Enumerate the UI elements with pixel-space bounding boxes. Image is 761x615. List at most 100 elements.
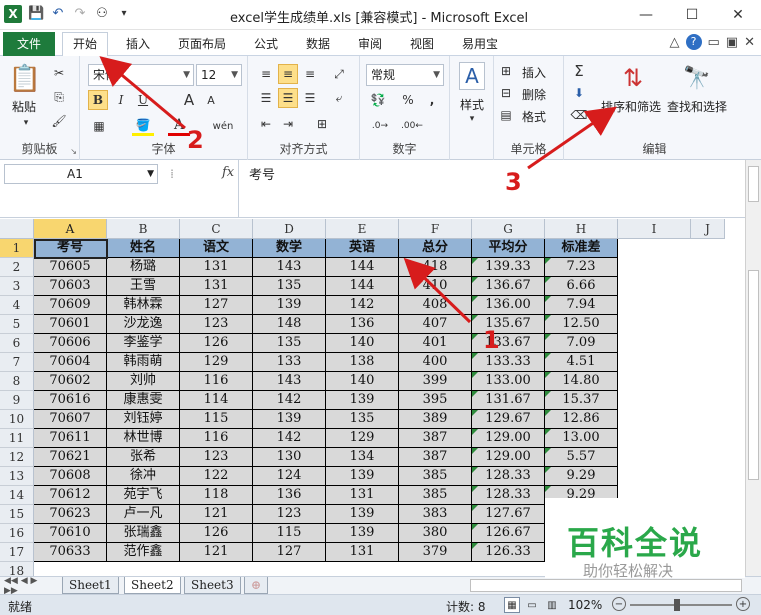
table-cell[interactable]: 136 bbox=[253, 486, 326, 505]
table-cell[interactable]: 韩林霖 bbox=[107, 296, 180, 315]
row-header-14[interactable]: 14 bbox=[0, 486, 34, 505]
header-cell[interactable]: 总分 bbox=[399, 239, 472, 258]
column-header-j[interactable]: J bbox=[691, 219, 725, 239]
table-cell[interactable]: 131 bbox=[326, 543, 399, 562]
sort-filter-icon[interactable]: ⇅ bbox=[616, 60, 650, 96]
table-cell[interactable]: 116 bbox=[180, 429, 253, 448]
table-cell[interactable]: 142 bbox=[253, 391, 326, 410]
row-header-12[interactable]: 12 bbox=[0, 448, 34, 467]
row-header-10[interactable]: 10 bbox=[0, 410, 34, 429]
table-cell[interactable]: 128.33 bbox=[472, 467, 545, 486]
italic-button[interactable]: I bbox=[112, 90, 130, 110]
row-header-7[interactable]: 7 bbox=[0, 353, 34, 372]
row-header-17[interactable]: 17 bbox=[0, 543, 34, 562]
table-cell[interactable]: 131 bbox=[326, 486, 399, 505]
column-header-b[interactable]: B bbox=[107, 219, 180, 239]
table-cell[interactable]: 114 bbox=[180, 391, 253, 410]
table-cell[interactable]: 143 bbox=[253, 372, 326, 391]
table-cell[interactable]: 13.00 bbox=[545, 429, 618, 448]
cut-icon[interactable]: ✂ bbox=[50, 64, 68, 82]
table-cell[interactable]: 70603 bbox=[34, 277, 107, 296]
decrease-indent-icon[interactable]: ⇤ bbox=[256, 114, 276, 134]
header-cell[interactable]: 标准差 bbox=[545, 239, 618, 258]
header-cell[interactable]: 数学 bbox=[253, 239, 326, 258]
table-cell[interactable]: 122 bbox=[180, 467, 253, 486]
table-cell[interactable]: 385 bbox=[399, 467, 472, 486]
table-cell[interactable]: 130 bbox=[253, 448, 326, 467]
autosum-button[interactable]: Σ bbox=[570, 62, 588, 80]
table-cell[interactable]: 385 bbox=[399, 486, 472, 505]
align-left-icon[interactable]: ☰ bbox=[256, 88, 276, 108]
table-cell[interactable]: 123 bbox=[180, 448, 253, 467]
row-header-6[interactable]: 6 bbox=[0, 334, 34, 353]
column-header-d[interactable]: D bbox=[253, 219, 326, 239]
align-center-icon[interactable]: ☰ bbox=[278, 88, 298, 108]
table-cell[interactable]: 133.00 bbox=[472, 372, 545, 391]
tab-home[interactable]: 开始 bbox=[62, 32, 108, 56]
merge-center-icon[interactable]: ⊞ bbox=[308, 114, 336, 134]
table-cell[interactable]: 刘钰婷 bbox=[107, 410, 180, 429]
table-cell[interactable]: 127 bbox=[253, 543, 326, 562]
table-cell[interactable]: 70623 bbox=[34, 505, 107, 524]
row-header-11[interactable]: 11 bbox=[0, 429, 34, 448]
table-cell[interactable]: 115 bbox=[253, 524, 326, 543]
customize-qat-icon[interactable]: ▾ bbox=[116, 6, 132, 22]
tab-insert[interactable]: 插入 bbox=[118, 33, 158, 56]
table-cell[interactable]: 126 bbox=[180, 334, 253, 353]
tree-icon[interactable]: ⚇ bbox=[94, 6, 110, 22]
table-cell[interactable]: 380 bbox=[399, 524, 472, 543]
currency-icon[interactable]: 💱 bbox=[366, 90, 390, 110]
table-cell[interactable]: 7.23 bbox=[545, 258, 618, 277]
table-cell[interactable]: 116 bbox=[180, 372, 253, 391]
table-cell[interactable]: 131.67 bbox=[472, 391, 545, 410]
table-cell[interactable]: 133.33 bbox=[472, 353, 545, 372]
redo-icon[interactable]: ↷ bbox=[72, 6, 88, 22]
select-all-corner[interactable] bbox=[0, 219, 34, 239]
formula-expand-thumb[interactable] bbox=[748, 166, 759, 202]
table-cell[interactable]: 121 bbox=[180, 543, 253, 562]
table-cell[interactable]: 126.67 bbox=[472, 524, 545, 543]
new-sheet-icon[interactable]: ⊕ bbox=[244, 577, 269, 594]
table-cell[interactable]: 70607 bbox=[34, 410, 107, 429]
table-cell[interactable]: 401 bbox=[399, 334, 472, 353]
table-cell[interactable]: 410 bbox=[399, 277, 472, 296]
maximize-button[interactable]: ☐ bbox=[669, 0, 715, 30]
align-right-icon[interactable]: ☰ bbox=[300, 88, 320, 108]
table-cell[interactable]: 9.29 bbox=[545, 467, 618, 486]
table-cell[interactable]: 康惠雯 bbox=[107, 391, 180, 410]
sheet-tab-sheet2[interactable]: Sheet2 bbox=[124, 577, 181, 594]
copy-icon[interactable]: ⎘ bbox=[50, 88, 68, 106]
table-cell[interactable]: 70605 bbox=[34, 258, 107, 277]
font-size-combo[interactable]: 12 ▼ bbox=[196, 64, 242, 86]
table-cell[interactable]: 范作鑫 bbox=[107, 543, 180, 562]
font-name-combo[interactable]: 宋体 ▼ bbox=[88, 64, 194, 86]
zoom-in-icon[interactable]: + bbox=[736, 597, 750, 611]
styles-dropdown-icon[interactable]: ▾ bbox=[466, 114, 478, 124]
table-cell[interactable]: 韩雨萌 bbox=[107, 353, 180, 372]
align-bottom-icon[interactable]: ≡ bbox=[300, 64, 320, 84]
page-layout-view-icon[interactable]: ▭ bbox=[524, 597, 540, 613]
window-restore-icon[interactable]: ▣ bbox=[726, 35, 738, 50]
table-cell[interactable]: 131 bbox=[180, 277, 253, 296]
clipboard-launcher-icon[interactable]: ↘ bbox=[70, 147, 77, 156]
clear-icon[interactable]: ⌫ bbox=[570, 106, 588, 124]
table-cell[interactable]: 127 bbox=[180, 296, 253, 315]
fill-icon[interactable]: ⬇ bbox=[570, 84, 588, 102]
insert-function-button[interactable]: fx bbox=[222, 165, 234, 180]
number-format-combo[interactable]: 常规 ▼ bbox=[366, 64, 444, 86]
paste-icon[interactable]: 📋 bbox=[9, 62, 41, 96]
table-cell[interactable]: 139 bbox=[326, 467, 399, 486]
delete-cells-button[interactable]: 删除 bbox=[514, 86, 554, 103]
table-cell[interactable]: 144 bbox=[326, 277, 399, 296]
delete-cells-icon[interactable]: ⊟ bbox=[498, 84, 514, 102]
insert-cells-icon[interactable]: ⊞ bbox=[498, 62, 514, 80]
tab-easy[interactable]: 易用宝 bbox=[454, 33, 506, 56]
grow-font-button[interactable]: A bbox=[180, 90, 198, 110]
table-cell[interactable]: 70612 bbox=[34, 486, 107, 505]
table-cell[interactable]: 389 bbox=[399, 410, 472, 429]
table-cell[interactable]: 136.67 bbox=[472, 277, 545, 296]
table-cell[interactable]: 70606 bbox=[34, 334, 107, 353]
styles-button-label[interactable]: 样式 bbox=[452, 96, 492, 113]
table-cell[interactable]: 395 bbox=[399, 391, 472, 410]
tab-file[interactable]: 文件 bbox=[3, 32, 55, 56]
